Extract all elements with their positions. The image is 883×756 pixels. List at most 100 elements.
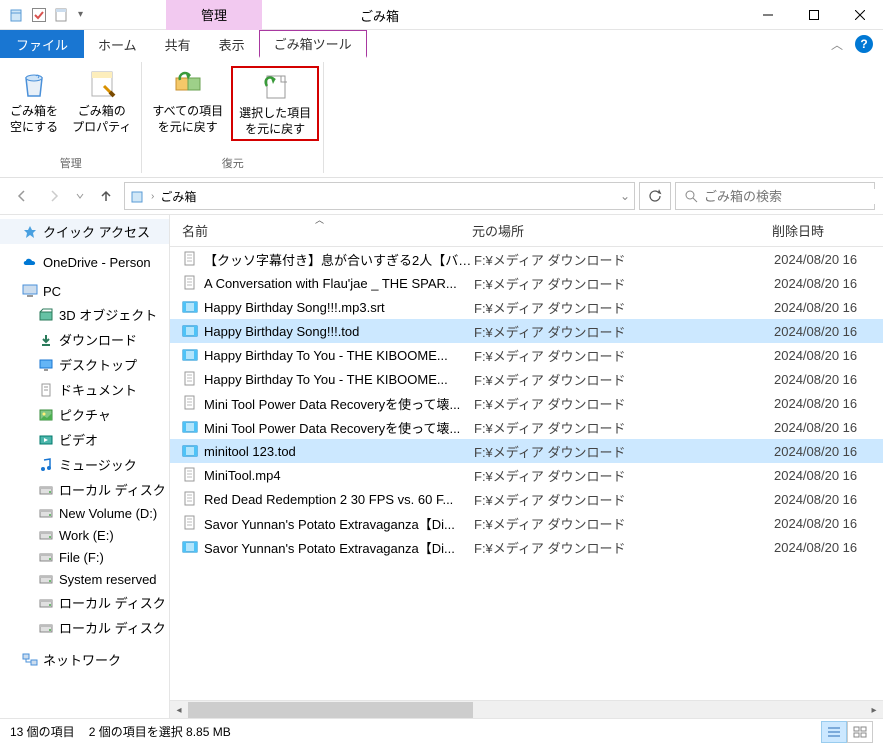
file-original-location: F:¥メディア ダウンロード: [474, 250, 774, 269]
thumbnails-view-button[interactable]: [847, 721, 873, 743]
sidebar-pc-child[interactable]: ミュージック: [0, 452, 169, 477]
sidebar-pc-child[interactable]: デスクトップ: [0, 352, 169, 377]
file-name: Red Dead Redemption 2 30 FPS vs. 60 F...: [204, 492, 474, 507]
up-button[interactable]: [92, 182, 120, 210]
file-row[interactable]: Savor Yunnan's Potato Extravaganza【Di...…: [170, 535, 883, 559]
help-icon[interactable]: ?: [855, 35, 873, 53]
sidebar-quick-access[interactable]: クイック アクセス: [0, 219, 169, 244]
ribbon-label: 選択した項目: [239, 106, 311, 122]
file-row[interactable]: 【クッソ字幕付き】息が合いすぎる2人【バニ...F:¥メディア ダウンロード20…: [170, 247, 883, 271]
minimize-button[interactable]: [745, 0, 791, 30]
window-title: ごみ箱: [360, 6, 399, 25]
sidebar-pc-child[interactable]: ローカル ディスク (C: [0, 477, 169, 502]
sidebar-pc-child[interactable]: System reserved: [0, 568, 169, 590]
file-type-icon: [182, 347, 198, 363]
breadcrumb-current[interactable]: ごみ箱: [160, 188, 196, 205]
qat-dropdown-icon[interactable]: ▾: [78, 9, 83, 20]
tab-share[interactable]: 共有: [151, 30, 205, 58]
folder-icon: [38, 457, 54, 473]
column-header-name[interactable]: 名前: [182, 221, 472, 240]
scroll-thumb[interactable]: [188, 702, 473, 718]
search-box[interactable]: [675, 182, 875, 210]
file-row[interactable]: Happy Birthday To You - THE KIBOOME...F:…: [170, 367, 883, 391]
file-row[interactable]: Savor Yunnan's Potato Extravaganza【Di...…: [170, 511, 883, 535]
restore-all-items-button[interactable]: すべての項目 を元に戻す: [146, 66, 229, 137]
file-original-location: F:¥メディア ダウンロード: [474, 274, 774, 293]
file-list[interactable]: 【クッソ字幕付き】息が合いすぎる2人【バニ...F:¥メディア ダウンロード20…: [170, 247, 883, 700]
address-bar[interactable]: › ごみ箱 ⌄: [124, 182, 635, 210]
back-button[interactable]: [8, 182, 36, 210]
file-row[interactable]: Mini Tool Power Data Recoveryを使って壊...F:¥…: [170, 415, 883, 439]
column-header-orig-location[interactable]: 元の場所: [472, 221, 772, 240]
navigation-pane[interactable]: クイック アクセス OneDrive - Person PC 3D オブジェクト…: [0, 215, 170, 718]
file-row[interactable]: A Conversation with Flau'jae _ THE SPAR.…: [170, 271, 883, 295]
file-row[interactable]: Happy Birthday Song!!!.todF:¥メディア ダウンロード…: [170, 319, 883, 343]
file-row[interactable]: Mini Tool Power Data Recoveryを使って壊...F:¥…: [170, 391, 883, 415]
address-dropdown-icon[interactable]: ⌄: [620, 189, 630, 203]
file-original-location: F:¥メディア ダウンロード: [474, 346, 774, 365]
file-name: Mini Tool Power Data Recoveryを使って壊...: [204, 418, 474, 437]
close-button[interactable]: [837, 0, 883, 30]
ribbon-label: ごみ箱を: [10, 104, 58, 120]
sidebar-pc-child[interactable]: ダウンロード: [0, 327, 169, 352]
sidebar-pc[interactable]: PC: [0, 275, 169, 302]
main-area: クイック アクセス OneDrive - Person PC 3D オブジェクト…: [0, 214, 883, 718]
file-type-icon: [182, 491, 198, 507]
sidebar-pc-child[interactable]: ローカル ディスク (I:): [0, 615, 169, 640]
refresh-button[interactable]: [639, 182, 671, 210]
checkbox-icon[interactable]: [32, 8, 46, 22]
sidebar-pc-child[interactable]: Work (E:): [0, 524, 169, 546]
scroll-left-icon[interactable]: ◂: [170, 701, 188, 718]
details-view-button[interactable]: [821, 721, 847, 743]
sidebar-pc-child[interactable]: ローカル ディスク (H: [0, 590, 169, 615]
sidebar-pc-child[interactable]: ドキュメント: [0, 377, 169, 402]
sidebar-pc-child[interactable]: New Volume (D:): [0, 502, 169, 524]
tree-label: ローカル ディスク (C: [59, 480, 169, 499]
file-row[interactable]: minitool 123.todF:¥メディア ダウンロード2024/08/20…: [170, 439, 883, 463]
tree-label: New Volume (D:): [59, 506, 157, 521]
tab-view[interactable]: 表示: [205, 30, 259, 58]
file-delete-date: 2024/08/20 16: [774, 444, 871, 459]
file-type-icon: [182, 419, 198, 435]
restore-selected-items-button[interactable]: 選択した項目 を元に戻す: [231, 66, 319, 141]
folder-icon: [38, 620, 54, 636]
scroll-right-icon[interactable]: ▸: [865, 701, 883, 718]
window-controls: [745, 0, 883, 30]
search-input[interactable]: [704, 189, 880, 204]
contextual-tab-header: 管理: [166, 0, 262, 30]
column-headers[interactable]: ︿ 名前 元の場所 削除日時: [170, 215, 883, 247]
sidebar-pc-child[interactable]: File (F:): [0, 546, 169, 568]
breadcrumb-separator-icon[interactable]: ›: [151, 191, 154, 202]
file-row[interactable]: MiniTool.mp4F:¥メディア ダウンロード2024/08/20 16: [170, 463, 883, 487]
sidebar-pc-child[interactable]: 3D オブジェクト: [0, 302, 169, 327]
recycle-bin-properties-button[interactable]: ごみ箱の プロパティ: [66, 66, 137, 137]
tab-home[interactable]: ホーム: [84, 30, 151, 58]
folder-icon: [38, 549, 54, 565]
sidebar-onedrive[interactable]: OneDrive - Person: [0, 246, 169, 273]
collapse-ribbon-icon[interactable]: ︿: [831, 36, 843, 53]
empty-recycle-bin-button[interactable]: ごみ箱を 空にする: [4, 66, 64, 137]
properties-icon[interactable]: [54, 7, 70, 23]
maximize-button[interactable]: [791, 0, 837, 30]
file-row[interactable]: Happy Birthday To You - THE KIBOOME...F:…: [170, 343, 883, 367]
forward-button[interactable]: [40, 182, 68, 210]
sidebar-network[interactable]: ネットワーク: [0, 642, 169, 672]
tree-label: Work (E:): [59, 528, 114, 543]
sidebar-pc-child[interactable]: ビデオ: [0, 427, 169, 452]
file-name: Happy Birthday To You - THE KIBOOME...: [204, 372, 474, 387]
navigation-bar: › ごみ箱 ⌄: [0, 178, 883, 214]
column-header-del-date[interactable]: 削除日時: [772, 221, 871, 240]
titlebar: ▾ 管理 ごみ箱: [0, 0, 883, 30]
tab-recycle-tools[interactable]: ごみ箱ツール: [259, 30, 367, 58]
file-name: Savor Yunnan's Potato Extravaganza【Di...: [204, 538, 474, 557]
recent-locations-button[interactable]: [72, 182, 88, 210]
file-row[interactable]: Red Dead Redemption 2 30 FPS vs. 60 F...…: [170, 487, 883, 511]
file-type-icon: [182, 515, 198, 531]
horizontal-scrollbar[interactable]: ◂ ▸: [170, 700, 883, 718]
file-name: Mini Tool Power Data Recoveryを使って壊...: [204, 394, 474, 413]
file-type-icon: [182, 323, 198, 339]
file-row[interactable]: Happy Birthday Song!!!.mp3.srtF:¥メディア ダウ…: [170, 295, 883, 319]
sidebar-pc-child[interactable]: ピクチャ: [0, 402, 169, 427]
tab-file[interactable]: ファイル: [0, 30, 84, 58]
tree-label: デスクトップ: [59, 355, 137, 374]
